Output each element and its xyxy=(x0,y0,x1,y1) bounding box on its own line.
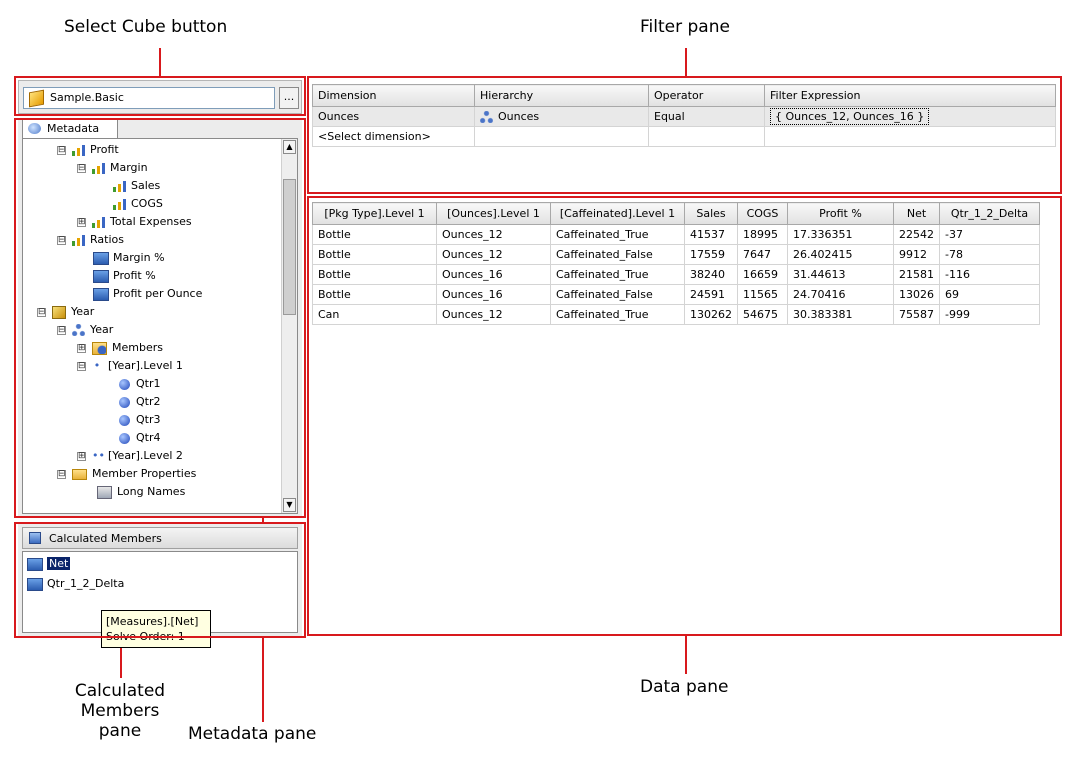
callout-metadata-pane: Metadata pane xyxy=(188,724,317,744)
callout-line-select-cube xyxy=(159,48,161,78)
highlight-select-cube xyxy=(14,76,306,116)
callout-data-pane: Data pane xyxy=(640,677,729,697)
highlight-data xyxy=(307,196,1062,636)
highlight-calculated-members xyxy=(14,522,306,638)
callout-select-cube: Select Cube button xyxy=(64,17,228,37)
callout-line-data xyxy=(685,636,687,674)
callout-calculated-members: Calculated Members pane xyxy=(74,681,166,741)
highlight-metadata xyxy=(14,118,306,518)
highlight-filter xyxy=(307,76,1062,194)
callout-filter-pane: Filter pane xyxy=(640,17,730,37)
callout-line-filter xyxy=(685,48,687,78)
